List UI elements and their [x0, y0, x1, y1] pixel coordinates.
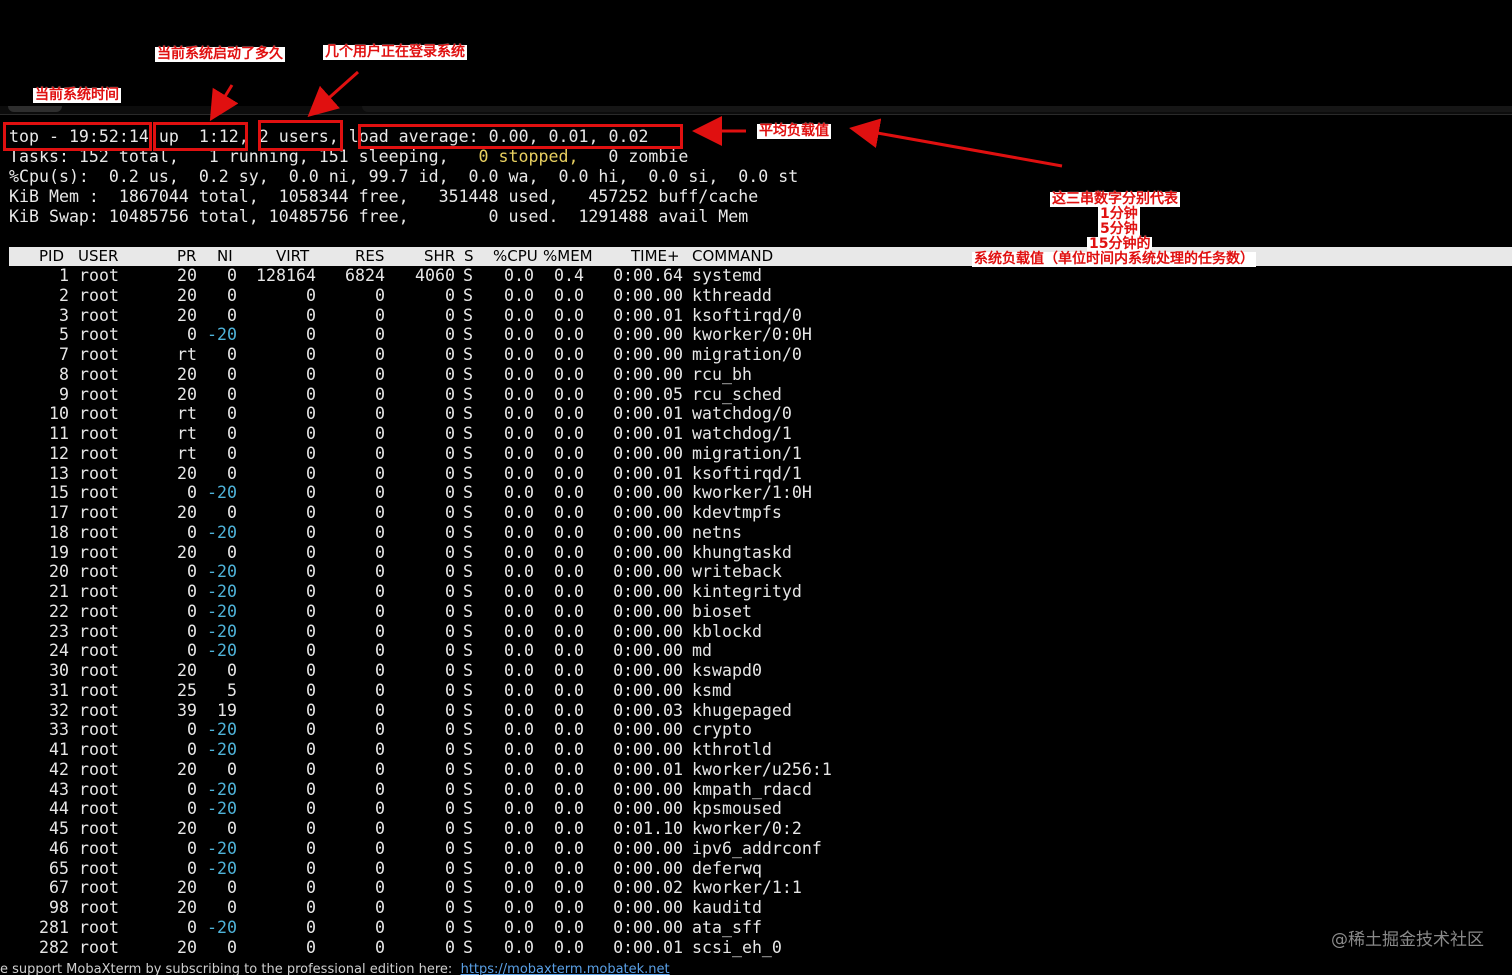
arrow-users — [307, 70, 359, 117]
note-load-avg: 平均负载值 — [757, 123, 831, 139]
arrow-uptime — [209, 84, 239, 122]
note-users: 几个用户正在登录系统 — [323, 44, 467, 60]
annotation-arrows — [209, 70, 1063, 168]
note-uptime: 当前系统启动了多久 — [155, 46, 285, 62]
note-three-nums-title: 这三串数字分别代表 — [1050, 191, 1180, 207]
watermark: @稀土掘金技术社区 — [1331, 930, 1484, 950]
footer-text: e support MobaXterm by subscribing to th… — [0, 962, 453, 975]
note-load-desc: 系统负载值（单位时间内系统处理的任务数） — [972, 251, 1256, 267]
note-5min: 5分钟 — [1098, 221, 1140, 237]
terminal-window[interactable]: top - 19:52:14 up 1:12, 2 users, load av… — [0, 0, 1512, 975]
arrow-three-nums — [849, 118, 1063, 168]
footer-bar: e support MobaXterm by subscribing to th… — [0, 962, 1512, 975]
note-1min: 1分钟 — [1098, 206, 1140, 222]
footer-link[interactable]: https://mobaxterm.mobatek.net — [461, 962, 670, 975]
note-15min: 15分钟的 — [1087, 236, 1153, 252]
note-current-time: 当前系统时间 — [33, 87, 121, 103]
